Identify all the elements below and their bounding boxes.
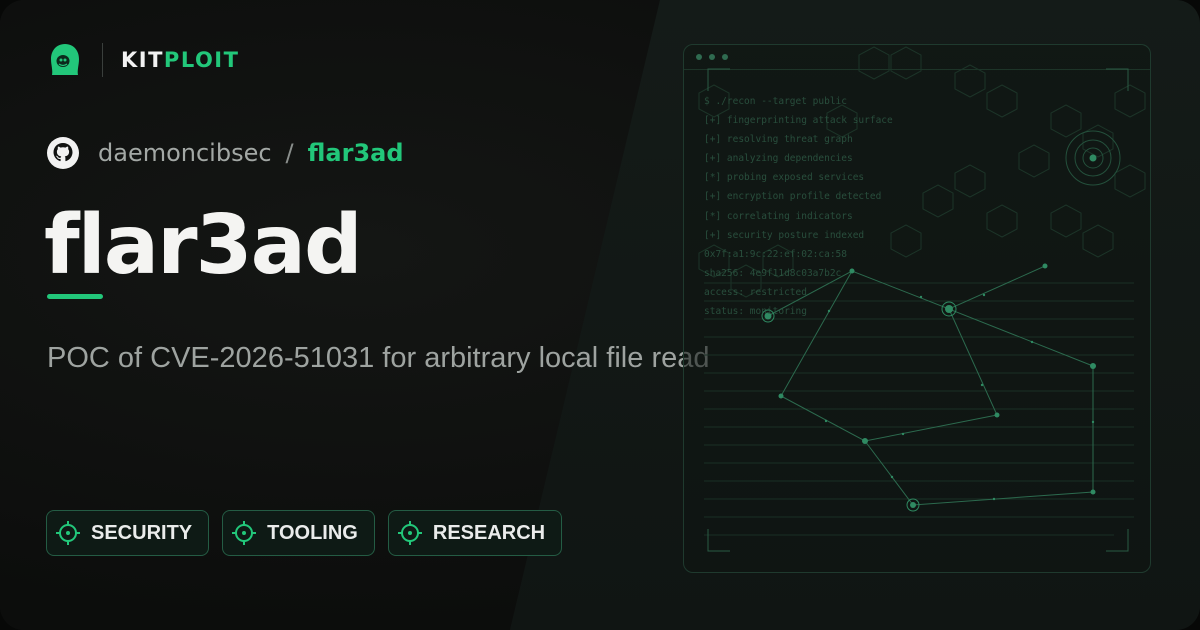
tag-tooling[interactable]: TOOLING <box>222 510 375 556</box>
tag-security[interactable]: SECURITY <box>46 510 210 556</box>
github-icon <box>47 137 79 169</box>
terminal-line: [+] fingerprinting attack surface <box>704 115 893 127</box>
terminal-line: [+] analyzing dependencies <box>704 153 853 165</box>
terminal-output: $ ./recon --target public [+] fingerprin… <box>704 92 893 321</box>
brand-divider <box>102 43 103 77</box>
terminal-line: [*] correlating indicators <box>704 210 853 222</box>
tag-research[interactable]: RESEARCH <box>387 510 563 556</box>
terminal-line: access: restricted <box>704 286 807 298</box>
terminal-line: status: monitoring <box>704 306 807 318</box>
terminal-line: [*] probing exposed services <box>704 172 865 184</box>
repo-description: POC of CVE-2026-51031 for arbitrary loca… <box>47 342 710 374</box>
terminal-line: [+] resolving threat graph <box>704 134 853 146</box>
breadcrumb: daemoncibsec / flar3ad <box>46 134 404 172</box>
terminal-line: [+] security posture indexed <box>704 229 865 241</box>
repo-owner[interactable]: daemoncibsec <box>98 139 272 167</box>
brand-header[interactable]: KITPLOIT <box>46 40 239 80</box>
repo-name-link[interactable]: flar3ad <box>308 139 404 167</box>
tag-label: TOOLING <box>267 521 358 544</box>
terminal-line: [+] encryption profile detected <box>704 191 882 203</box>
page-title: flar3ad <box>44 198 363 293</box>
hooded-figure-icon <box>51 44 79 75</box>
terminal-line: sha256: 4e9f11d8c03a7b2c <box>704 267 842 279</box>
crosshair-icon <box>397 521 422 545</box>
terminal-line: 0x7f:a1:9c:22:ef:02:ca:58 <box>704 248 847 260</box>
social-card: KITPLOIT daemoncibsec / flar3ad flar3ad … <box>0 0 1200 630</box>
title-underline <box>47 294 103 299</box>
tag-label: SECURITY <box>91 521 193 544</box>
breadcrumb-separator: / <box>285 139 294 167</box>
terminal-panel: $ ./recon --target public [+] fingerprin… <box>683 44 1151 573</box>
brand-name: KITPLOIT <box>121 48 240 72</box>
tag-label: RESEARCH <box>432 521 546 544</box>
node-halos <box>761 301 957 512</box>
crosshair-icon <box>56 521 80 545</box>
crosshair-icon <box>232 521 257 545</box>
tag-list: SECURITY TOOLING RESEARCH <box>46 510 563 556</box>
terminal-line: $ ./recon --target public <box>704 96 847 107</box>
